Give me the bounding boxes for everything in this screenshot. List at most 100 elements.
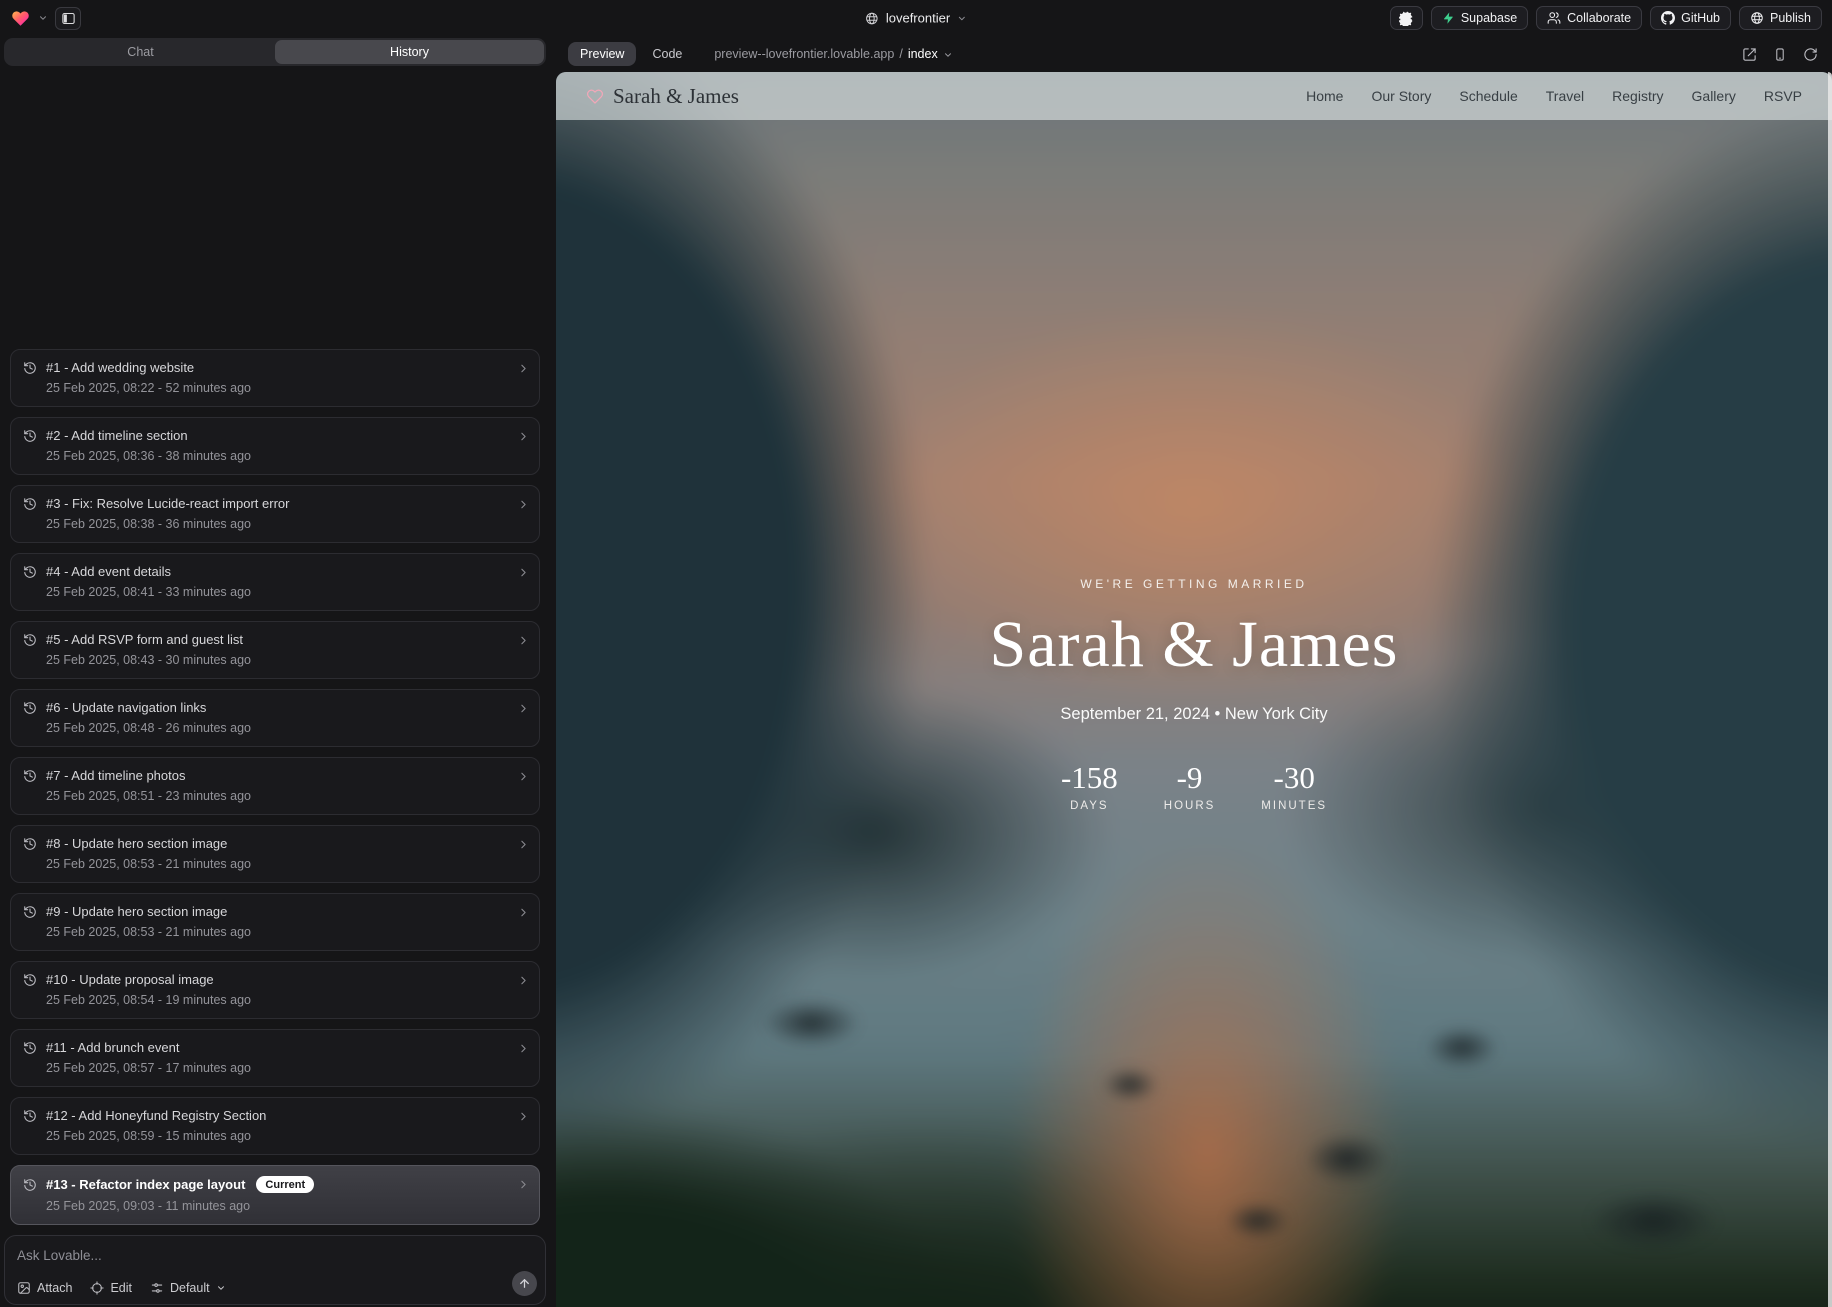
history-item-title: #7 - Add timeline photos — [46, 768, 185, 783]
chevron-down-icon — [216, 1283, 226, 1293]
wedding-brand-name: Sarah & James — [613, 84, 739, 109]
countdown-unit: -158 DAYS — [1061, 760, 1118, 812]
panel-tab-bar: Chat History — [4, 38, 546, 66]
chevron-right-icon[interactable] — [517, 906, 530, 919]
workspace-chevron-down-icon[interactable] — [38, 13, 48, 23]
wedding-nav-link[interactable]: Schedule — [1459, 88, 1517, 104]
wedding-nav: Home Our Story Schedule Travel Registry Galle… — [1306, 88, 1802, 104]
edit-select-button[interactable]: Edit — [90, 1281, 132, 1295]
ask-lovable-input[interactable] — [17, 1248, 437, 1263]
wedding-brand[interactable]: Sarah & James — [586, 84, 739, 109]
preview-url[interactable]: preview--lovefrontier.lovable.app / inde… — [714, 47, 952, 61]
mode-default-dropdown[interactable]: Default — [150, 1281, 226, 1295]
wedding-nav-link[interactable]: Home — [1306, 88, 1343, 104]
history-item[interactable]: #13 - Refactor index page layout Current… — [10, 1165, 540, 1225]
preview-url-page: index — [908, 47, 938, 61]
history-item[interactable]: #2 - Add timeline section 25 Feb 2025, 0… — [10, 417, 540, 475]
chevron-right-icon[interactable] — [517, 362, 530, 375]
heart-icon — [586, 88, 604, 105]
chevron-right-icon[interactable] — [517, 838, 530, 851]
history-item[interactable]: #9 - Update hero section image 25 Feb 20… — [10, 893, 540, 951]
refresh-button[interactable] — [1803, 47, 1818, 62]
mobile-view-button[interactable] — [1773, 47, 1787, 62]
history-restore-icon — [23, 565, 37, 579]
prompt-composer: Attach Edit Default — [4, 1235, 546, 1305]
tab-preview[interactable]: Preview — [568, 42, 636, 66]
preview-scrollbar[interactable] — [1828, 72, 1832, 1307]
wedding-nav-link[interactable]: Gallery — [1692, 88, 1736, 104]
history-item-timestamp: 25 Feb 2025, 08:59 - 15 minutes ago — [46, 1129, 509, 1143]
history-item-timestamp: 25 Feb 2025, 08:22 - 52 minutes ago — [46, 381, 509, 395]
history-item[interactable]: #1 - Add wedding website 25 Feb 2025, 08… — [10, 349, 540, 407]
project-switcher[interactable]: lovefrontier — [865, 11, 967, 26]
publish-globe-icon — [1750, 11, 1764, 25]
wedding-site-header: Sarah & James Home Our Story Schedule Trave… — [556, 72, 1832, 120]
chevron-right-icon[interactable] — [517, 1042, 530, 1055]
history-item[interactable]: #4 - Add event details 25 Feb 2025, 08:4… — [10, 553, 540, 611]
publish-button[interactable]: Publish — [1739, 6, 1822, 30]
smartphone-icon — [1773, 47, 1787, 62]
chevron-right-icon[interactable] — [517, 702, 530, 715]
wedding-nav-link[interactable]: Our Story — [1371, 88, 1431, 104]
history-restore-icon — [23, 429, 37, 443]
refresh-icon — [1803, 47, 1818, 62]
tab-chat[interactable]: Chat — [6, 40, 275, 64]
history-item-timestamp: 25 Feb 2025, 08:54 - 19 minutes ago — [46, 993, 509, 1007]
chevron-right-icon[interactable] — [517, 566, 530, 579]
settings-button[interactable] — [1390, 6, 1423, 30]
history-restore-icon — [23, 1109, 37, 1123]
github-icon — [1661, 11, 1675, 25]
users-icon — [1547, 11, 1561, 25]
history-item-title: #2 - Add timeline section — [46, 428, 188, 443]
countdown-label: MINUTES — [1261, 800, 1327, 812]
history-item[interactable]: #3 - Fix: Resolve Lucide-react import er… — [10, 485, 540, 543]
tab-code[interactable]: Code — [640, 42, 694, 66]
chevron-right-icon[interactable] — [517, 974, 530, 987]
history-item[interactable]: #11 - Add brunch event 25 Feb 2025, 08:5… — [10, 1029, 540, 1087]
countdown-value: -158 — [1061, 760, 1118, 796]
history-restore-icon — [23, 361, 37, 375]
chevron-right-icon[interactable] — [517, 498, 530, 511]
project-chevron-down-icon — [957, 13, 967, 23]
history-item[interactable]: #8 - Update hero section image 25 Feb 20… — [10, 825, 540, 883]
open-in-new-tab-button[interactable] — [1742, 47, 1757, 62]
chevron-right-icon[interactable] — [517, 1110, 530, 1123]
wedding-nav-link[interactable]: Registry — [1612, 88, 1663, 104]
github-button[interactable]: GitHub — [1650, 6, 1731, 30]
sidebar-toggle-button[interactable] — [55, 7, 81, 30]
preview-url-host: preview--lovefrontier.lovable.app — [714, 47, 894, 61]
history-restore-icon — [23, 1041, 37, 1055]
collaborate-button[interactable]: Collaborate — [1536, 6, 1642, 30]
hero-title: Sarah & James — [990, 607, 1399, 683]
chevron-right-icon[interactable] — [517, 430, 530, 443]
history-item[interactable]: #6 - Update navigation links 25 Feb 2025… — [10, 689, 540, 747]
history-item-timestamp: 25 Feb 2025, 09:03 - 11 minutes ago — [46, 1199, 509, 1213]
countdown-value: -9 — [1164, 760, 1216, 796]
attach-button[interactable]: Attach — [17, 1281, 72, 1295]
history-item-title: #8 - Update hero section image — [46, 836, 227, 851]
chevron-right-icon[interactable] — [517, 1178, 530, 1191]
chevron-right-icon[interactable] — [517, 634, 530, 647]
chat-history-panel: Chat History #1 - Add wedding website 25… — [0, 36, 550, 1307]
preview-iframe: Sarah & James Home Our Story Schedule Trave… — [556, 72, 1832, 1307]
url-chevron-down-icon — [943, 50, 953, 60]
hero-date-location: September 21, 2024 • New York City — [990, 705, 1399, 724]
history-item[interactable]: #12 - Add Honeyfund Registry Section 25 … — [10, 1097, 540, 1155]
external-link-icon — [1742, 47, 1757, 62]
lovable-logo-heart-icon[interactable] — [10, 9, 31, 28]
wedding-nav-link[interactable]: Travel — [1546, 88, 1584, 104]
wedding-nav-link[interactable]: RSVP — [1764, 88, 1802, 104]
history-item[interactable]: #5 - Add RSVP form and guest list 25 Feb… — [10, 621, 540, 679]
tab-history[interactable]: History — [275, 40, 544, 64]
history-item-title: #6 - Update navigation links — [46, 700, 206, 715]
history-item[interactable]: #10 - Update proposal image 25 Feb 2025,… — [10, 961, 540, 1019]
arrow-up-icon — [518, 1277, 531, 1290]
chevron-right-icon[interactable] — [517, 770, 530, 783]
history-item-timestamp: 25 Feb 2025, 08:53 - 21 minutes ago — [46, 857, 509, 871]
send-button[interactable] — [512, 1271, 537, 1296]
supabase-button[interactable]: Supabase — [1431, 6, 1528, 30]
history-item-title: #10 - Update proposal image — [46, 972, 214, 987]
hero-content: WE'RE GETTING MARRIED Sarah & James Sept… — [990, 577, 1399, 812]
history-item[interactable]: #7 - Add timeline photos 25 Feb 2025, 08… — [10, 757, 540, 815]
preview-panel: Preview Code preview--lovefrontier.lovab… — [554, 36, 1832, 1307]
